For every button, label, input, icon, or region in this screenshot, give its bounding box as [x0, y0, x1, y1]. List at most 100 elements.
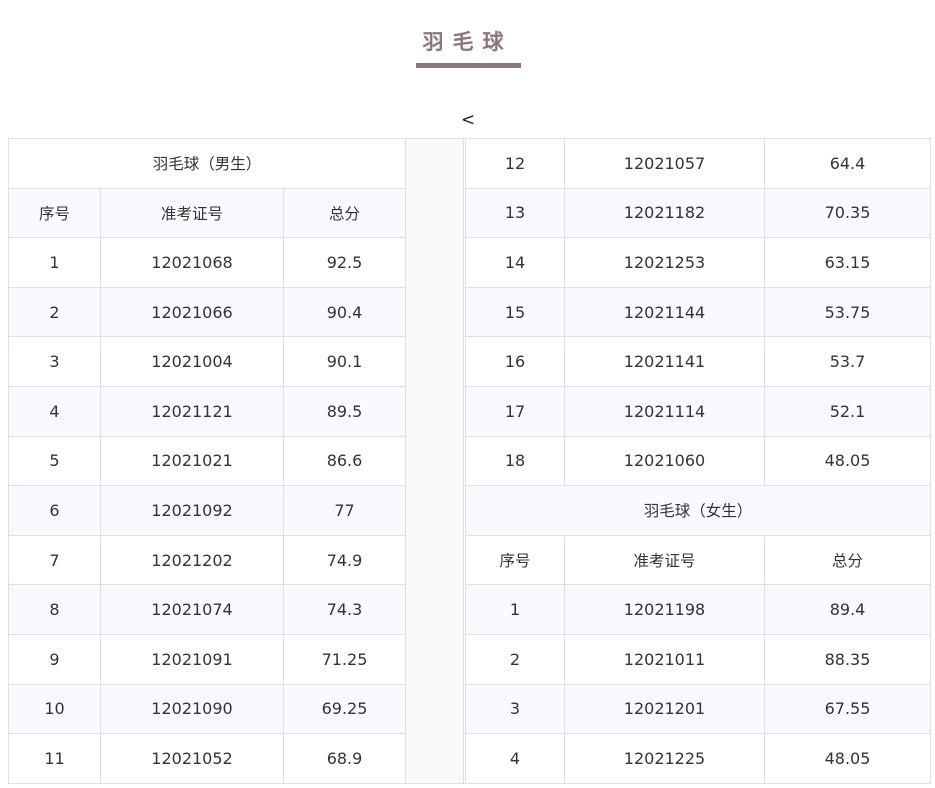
- cell-no: 3: [8, 336, 101, 387]
- column-header-id: 准考证号: [564, 534, 765, 586]
- table-row: 7 12021202 74.9: [8, 534, 464, 586]
- cell-id: 12021141: [564, 336, 765, 387]
- cell-score: 67.55: [764, 683, 931, 735]
- table-row: 3 12021004 90.1: [8, 336, 464, 387]
- cell-no: 6: [8, 485, 101, 536]
- table-header-row: 序号 准考证号 总分: [465, 534, 931, 586]
- section-title-male: 羽毛球（男生）: [7, 138, 407, 189]
- cell-id: 12021121: [100, 385, 284, 437]
- cell-id: 12021202: [100, 534, 284, 586]
- cell-id: 12021091: [100, 633, 284, 685]
- cell-no: 2: [465, 633, 565, 685]
- cell-no: 12: [465, 138, 565, 189]
- cell-id: 12021201: [564, 683, 765, 735]
- table-row: 13 12021182 70.35: [465, 187, 931, 239]
- table-row: 2 12021011 88.35: [465, 633, 931, 685]
- table-row: 14 12021253 63.15: [465, 237, 931, 288]
- cell-no: 3: [465, 683, 565, 735]
- cell-score: 69.25: [282, 683, 407, 735]
- cell-score: 89.4: [764, 584, 931, 635]
- table-gap: [405, 138, 465, 784]
- table-row: 4 12021225 48.05: [465, 733, 931, 784]
- cell-no: 2: [8, 286, 101, 338]
- cell-id: 12021011: [564, 633, 765, 685]
- table-row: 12 12021057 64.4: [465, 138, 931, 189]
- cell-id: 12021198: [564, 584, 765, 635]
- cell-id: 12021066: [100, 286, 284, 338]
- table-section-header: 羽毛球（男生）: [7, 138, 465, 784]
- table-row: 10 12021090 69.25: [8, 683, 464, 735]
- cell-id: 12021074: [100, 584, 284, 635]
- cell-no: 14: [465, 237, 565, 288]
- cell-id: 12021057: [564, 138, 765, 189]
- table-row: 18 12021060 48.05: [465, 435, 931, 487]
- cell-no: 13: [465, 187, 565, 239]
- cell-no: 8: [8, 584, 101, 635]
- cell-id: 12021225: [564, 733, 765, 784]
- cell-score: 90.1: [282, 336, 407, 387]
- cell-score: 53.7: [764, 336, 931, 387]
- table-row: 17 12021114 52.1: [465, 385, 931, 437]
- table-row: 6 12021092 77: [8, 485, 464, 536]
- table-row: 5 12021021 86.6: [8, 435, 464, 487]
- cell-score: 53.75: [764, 286, 931, 338]
- cell-score: 90.4: [282, 286, 407, 338]
- section-title-female: 羽毛球（女生）: [465, 485, 931, 536]
- table-row: 2 12021066 90.4: [8, 286, 464, 338]
- title-underline: [416, 63, 521, 68]
- column-header-no: 序号: [465, 534, 565, 586]
- cell-score: 68.9: [282, 733, 407, 784]
- cell-id: 12021253: [564, 237, 765, 288]
- prev-arrow-icon[interactable]: <: [459, 109, 477, 131]
- cell-id: 12021004: [100, 336, 284, 387]
- cell-no: 15: [465, 286, 565, 338]
- cell-id: 12021144: [564, 286, 765, 338]
- cell-no: 11: [8, 733, 101, 784]
- column-header-score: 总分: [764, 534, 931, 586]
- cell-no: 4: [8, 385, 101, 437]
- table-row: 4 12021121 89.5: [8, 385, 464, 437]
- cell-id: 12021021: [100, 435, 284, 487]
- column-header-score: 总分: [282, 187, 407, 239]
- cell-id: 12021060: [564, 435, 765, 487]
- male-results-table: 羽毛球（男生） 序号 准考证号 总分 1 12021068 92.5 2 120…: [7, 138, 465, 784]
- cell-id: 12021052: [100, 733, 284, 784]
- table-row: 1 12021068 92.5: [8, 237, 464, 288]
- cell-id: 12021090: [100, 683, 284, 735]
- column-header-no: 序号: [8, 187, 101, 239]
- cell-score: 48.05: [764, 435, 931, 487]
- cell-id: 12021114: [564, 385, 765, 437]
- table-row: 15 12021144 53.75: [465, 286, 931, 338]
- cell-score: 64.4: [764, 138, 931, 189]
- cell-score: 92.5: [282, 237, 407, 288]
- cell-score: 88.35: [764, 633, 931, 685]
- column-header-id: 准考证号: [100, 187, 284, 239]
- cell-score: 48.05: [764, 733, 931, 784]
- table-header-row: 序号 准考证号 总分: [8, 187, 464, 239]
- cell-no: 10: [8, 683, 101, 735]
- cell-score: 74.9: [282, 534, 407, 586]
- cell-no: 7: [8, 534, 101, 586]
- cell-id: 12021182: [564, 187, 765, 239]
- page-title: 羽毛球: [422, 30, 513, 54]
- table-row: 8 12021074 74.3: [8, 584, 464, 635]
- table-row: 16 12021141 53.7: [465, 336, 931, 387]
- cell-no: 1: [8, 237, 101, 288]
- cell-score: 63.15: [764, 237, 931, 288]
- cell-score: 74.3: [282, 584, 407, 635]
- table-row: 9 12021091 71.25: [8, 633, 464, 685]
- cell-score: 52.1: [764, 385, 931, 437]
- cell-score: 89.5: [282, 385, 407, 437]
- cell-no: 5: [8, 435, 101, 487]
- cell-score: 71.25: [282, 633, 407, 685]
- table-section-header: 羽毛球（女生）: [465, 485, 931, 536]
- cell-id: 12021092: [100, 485, 284, 536]
- cell-score: 77: [282, 485, 407, 536]
- cell-no: 9: [8, 633, 101, 685]
- cell-no: 1: [465, 584, 565, 635]
- cell-no: 17: [465, 385, 565, 437]
- cell-score: 86.6: [282, 435, 407, 487]
- table-row: 3 12021201 67.55: [465, 683, 931, 735]
- cell-no: 4: [465, 733, 565, 784]
- cell-score: 70.35: [764, 187, 931, 239]
